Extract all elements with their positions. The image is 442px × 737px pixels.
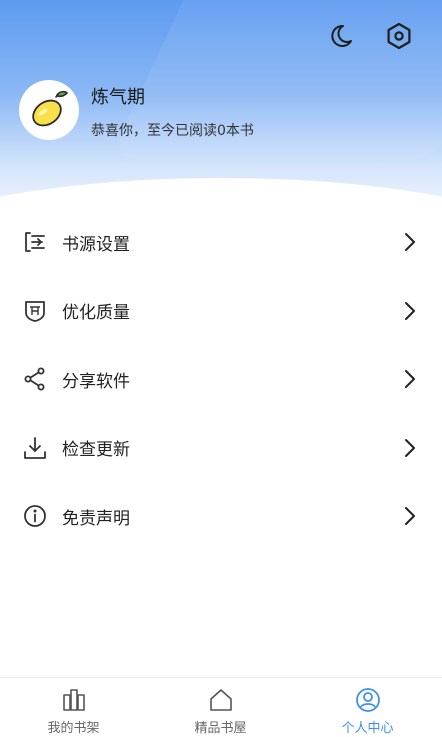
tab-label: 我的书架 [47, 721, 100, 736]
chevron-right-icon [400, 232, 420, 252]
user-circle-icon [355, 687, 381, 713]
lemon-icon [32, 90, 68, 127]
menu-item-label: 优化质量 [62, 303, 130, 324]
tab-bookstore[interactable]: 精品书屋 [147, 678, 294, 737]
menu-item-label: 书源设置 [62, 234, 130, 255]
menu-item-disclaimer[interactable]: 免责声明 [0, 482, 442, 551]
menu-item-share-app[interactable]: 分享软件 [0, 345, 442, 414]
moon-icon[interactable] [326, 21, 356, 51]
house-icon [208, 687, 234, 713]
chevron-right-icon [400, 438, 420, 458]
menu-item-book-source[interactable]: 书源设置 [0, 208, 442, 277]
share-icon [22, 366, 48, 392]
settings-menu: 书源设置 优化质量 分享软件 检查更新 免责声明 [0, 208, 442, 551]
profile-header: 炼气期 恭喜你，至今已阅读0本书 [0, 0, 442, 208]
settings-icon[interactable] [384, 21, 414, 51]
tab-personal-center[interactable]: 个人中心 [294, 678, 441, 737]
menu-item-label: 分享软件 [62, 371, 130, 392]
tab-label: 个人中心 [341, 721, 394, 736]
menu-item-label: 免责声明 [62, 508, 130, 529]
menu-item-check-update[interactable]: 检查更新 [0, 414, 442, 483]
download-icon [22, 435, 48, 461]
header-curve [0, 178, 442, 208]
chevron-right-icon [400, 301, 420, 321]
reading-greeting: 恭喜你，至今已阅读0本书 [91, 123, 254, 139]
menu-item-optimize-quality[interactable]: 优化质量 [0, 277, 442, 346]
tab-label: 精品书屋 [194, 721, 247, 736]
chevron-right-icon [400, 506, 420, 526]
bottom-tab-bar: 我的书架 精品书屋 个人中心 [0, 677, 442, 737]
chevron-right-icon [400, 369, 420, 389]
info-icon [22, 503, 48, 529]
user-level: 炼气期 [91, 87, 145, 108]
menu-item-label: 检查更新 [62, 440, 130, 461]
tab-bookshelf[interactable]: 我的书架 [0, 678, 147, 737]
bookshelf-icon [61, 687, 87, 713]
book-source-icon [22, 229, 48, 255]
shield-badge-icon [22, 298, 48, 324]
avatar[interactable] [19, 80, 79, 140]
